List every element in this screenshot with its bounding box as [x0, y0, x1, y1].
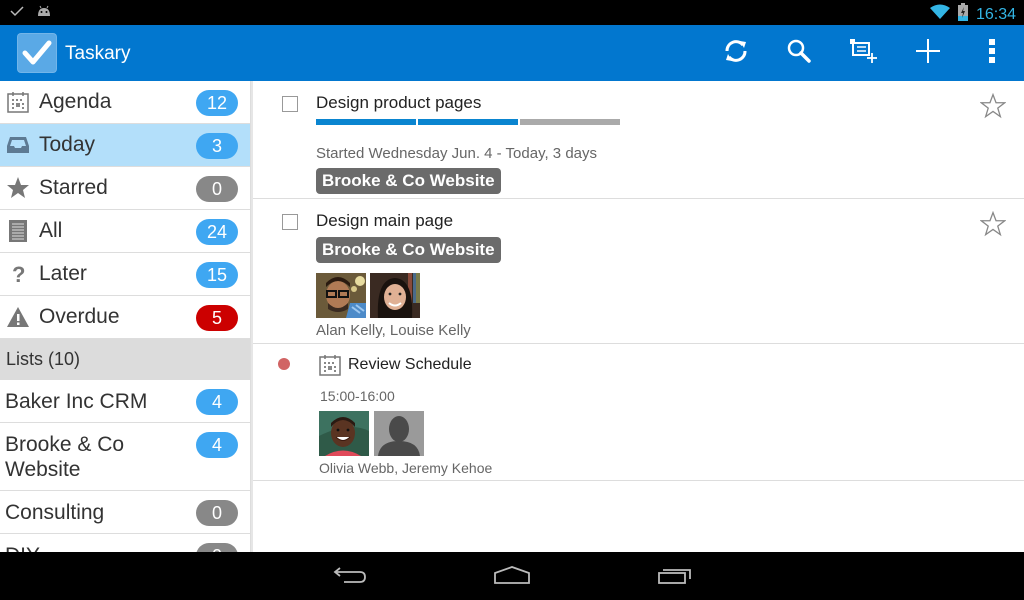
- sidebar: Agenda 12 Today 3 Starred 0 All 24 ? Lat…: [0, 81, 250, 552]
- battery-charging-icon: [957, 3, 968, 26]
- count-badge: 0: [196, 176, 238, 202]
- add-list-button[interactable]: [845, 35, 881, 71]
- count-badge: 0: [196, 543, 238, 552]
- sidebar-item-label: Agenda: [39, 90, 112, 113]
- task-row[interactable]: Design product pages Started Wednesday J…: [253, 81, 1024, 199]
- calendar-icon: [319, 354, 341, 381]
- sidebar-item-all[interactable]: All 24: [0, 210, 250, 253]
- add-task-button[interactable]: [910, 35, 946, 71]
- sidebar-item-label: Starred: [39, 176, 108, 199]
- star-icon: [6, 176, 30, 200]
- count-badge: 4: [196, 389, 238, 415]
- star-button[interactable]: [979, 210, 1007, 237]
- count-badge: 0: [196, 500, 238, 526]
- list-tag[interactable]: Brooke & Co Website: [316, 168, 501, 194]
- star-outline-icon: [979, 210, 1007, 241]
- list-tag[interactable]: Brooke & Co Website: [316, 237, 501, 263]
- avatar-louise-kelly[interactable]: [370, 273, 420, 318]
- search-icon: [786, 38, 812, 69]
- add-list-icon: [848, 37, 878, 70]
- recent-apps-button[interactable]: [650, 562, 700, 592]
- recent-apps-icon: [657, 565, 693, 590]
- task-list: Design product pages Started Wednesday J…: [253, 81, 1024, 552]
- action-bar: Taskary: [0, 25, 1024, 81]
- task-title: Design product pages: [316, 93, 482, 112]
- assignee-names: Alan Kelly, Louise Kelly: [316, 322, 471, 339]
- avatar-alan-kelly[interactable]: [316, 273, 366, 318]
- sidebar-item-label: All: [39, 219, 63, 242]
- sync-button[interactable]: [718, 35, 754, 71]
- progress-segment: [418, 119, 518, 125]
- count-badge: 15: [196, 262, 238, 288]
- question-icon: ?: [6, 262, 30, 286]
- calendar-icon: [6, 90, 30, 114]
- task-checkbox[interactable]: [282, 214, 298, 230]
- event-row[interactable]: Review Schedule 15:00-16:00 Olivia Webb,…: [253, 344, 1024, 481]
- task-date-range: Started Wednesday Jun. 4 - Today, 3 days: [316, 145, 598, 162]
- sidebar-list-consulting[interactable]: Consulting 0: [0, 491, 250, 534]
- sidebar-list-baker-inc-crm[interactable]: Baker Inc CRM 4: [0, 380, 250, 423]
- sidebar-item-today[interactable]: Today 3: [0, 124, 250, 167]
- task-title: Design main page: [316, 211, 454, 230]
- overflow-menu-button[interactable]: [974, 35, 1010, 71]
- check-notification-icon: [10, 4, 24, 22]
- sidebar-item-label: Overdue: [39, 305, 120, 328]
- task-row[interactable]: Design main page Brooke & Co Website Ala…: [253, 199, 1024, 344]
- task-progress-bar: [316, 119, 620, 125]
- plus-icon: [915, 38, 941, 69]
- android-notification-icon: [36, 4, 52, 22]
- sync-icon: [723, 38, 749, 69]
- search-button[interactable]: [781, 35, 817, 71]
- warning-icon: [6, 305, 30, 329]
- home-button[interactable]: [487, 562, 537, 592]
- app-logo-icon[interactable]: [17, 33, 57, 73]
- avatar-olivia-webb[interactable]: [319, 411, 369, 456]
- sidebar-item-label: Later: [39, 262, 87, 285]
- progress-segment: [316, 119, 416, 125]
- clock: 16:34: [975, 5, 1016, 23]
- star-button[interactable]: [979, 92, 1007, 119]
- content-area: Agenda 12 Today 3 Starred 0 All 24 ? Lat…: [0, 81, 1024, 552]
- back-icon: [332, 566, 368, 589]
- sidebar-item-agenda[interactable]: Agenda 12: [0, 81, 250, 124]
- attendee-names: Olivia Webb, Jeremy Kehoe: [319, 460, 493, 476]
- task-checkbox[interactable]: [282, 96, 298, 112]
- system-nav-bar: [0, 552, 1024, 600]
- sidebar-item-starred[interactable]: Starred 0: [0, 167, 250, 210]
- back-button[interactable]: [325, 562, 375, 592]
- count-badge: 12: [196, 90, 238, 116]
- count-badge: 5: [196, 305, 238, 331]
- progress-segment: [520, 119, 620, 125]
- wifi-icon: [929, 4, 950, 25]
- overflow-menu-icon: [988, 38, 996, 68]
- sidebar-list-diy[interactable]: DIY 0: [0, 534, 250, 552]
- event-time: 15:00-16:00: [320, 388, 395, 404]
- list-icon: [6, 219, 30, 243]
- sidebar-item-later[interactable]: ? Later 15: [0, 253, 250, 296]
- sidebar-list-brooke-co-website[interactable]: Brooke & Co Website 4: [0, 423, 250, 491]
- sidebar-item-label: Today: [39, 133, 96, 156]
- app-title: Taskary: [65, 43, 131, 64]
- sidebar-item-overdue[interactable]: Overdue 5: [0, 296, 250, 339]
- event-color-dot: [278, 358, 290, 370]
- avatar-jeremy-kehoe[interactable]: [374, 411, 424, 456]
- lists-section-header[interactable]: Lists (10): [0, 339, 250, 380]
- inbox-tray-icon: [6, 133, 30, 157]
- event-title: Review Schedule: [348, 356, 472, 373]
- status-bar: 16:34: [0, 0, 1024, 25]
- list-item-label: Brooke & Co Website: [5, 433, 125, 481]
- home-icon: [493, 565, 531, 590]
- count-badge: 24: [196, 219, 238, 245]
- count-badge: 4: [196, 432, 238, 458]
- count-badge: 3: [196, 133, 238, 159]
- star-outline-icon: [979, 92, 1007, 123]
- svg-text:?: ?: [12, 262, 25, 286]
